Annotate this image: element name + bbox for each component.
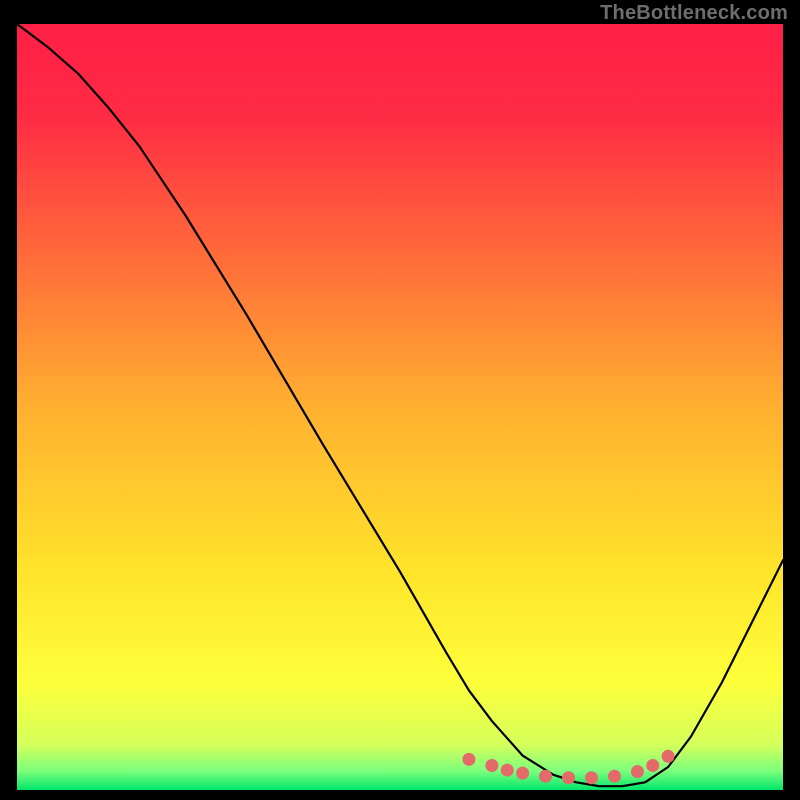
gradient-background bbox=[17, 24, 783, 790]
valley-dot bbox=[608, 770, 621, 783]
bottleneck-chart bbox=[17, 24, 783, 790]
valley-dot bbox=[501, 764, 514, 777]
valley-dot bbox=[662, 750, 675, 763]
valley-dot bbox=[585, 771, 598, 784]
valley-dot bbox=[539, 770, 552, 783]
valley-dot bbox=[485, 759, 498, 772]
valley-dot bbox=[631, 765, 644, 778]
attribution-label: TheBottleneck.com bbox=[600, 2, 788, 25]
valley-dot bbox=[516, 767, 529, 780]
valley-dot bbox=[462, 753, 475, 766]
valley-dot bbox=[646, 759, 659, 772]
valley-dot bbox=[562, 771, 575, 784]
